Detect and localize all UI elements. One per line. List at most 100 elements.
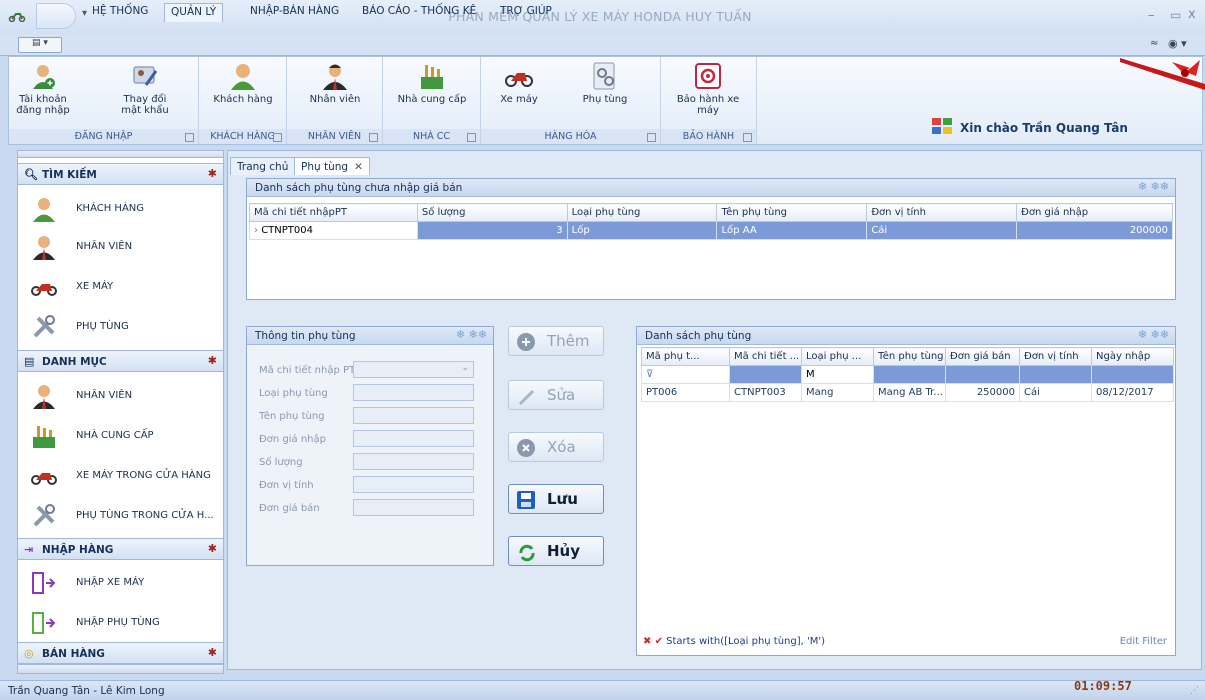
filter-row[interactable]: ⊽ M [641,365,1174,384]
pin-icon[interactable]: ✱ [208,354,217,367]
sidebar-item-search-motorbike[interactable]: XE MÁY [18,268,223,306]
table-cell[interactable]: Cái [1019,383,1092,402]
group-launcher-icon[interactable] [467,133,476,142]
filter-check-icon[interactable]: ✔ [655,636,663,647]
resize-grip-icon[interactable]: ⋰ [1190,686,1199,696]
import-price-input[interactable] [353,430,474,447]
supplier-button[interactable]: Nhà cung cấp [397,61,467,105]
add-button[interactable]: Thêm [508,326,604,356]
sidebar-section-danh-muc[interactable]: ▤ DANH MỤC ✱ [18,350,223,372]
maximize-button[interactable]: ▭ [1170,8,1181,22]
sidebar-item-search-parts[interactable]: PHỤ TÙNG [18,308,223,346]
import-detail-combobox[interactable]: ⌄ [353,361,474,378]
column-header[interactable]: Mã phụ t... [641,347,730,366]
cancel-button[interactable]: Hủy [508,536,604,566]
column-header[interactable]: Số lượng [416,203,568,222]
column-header[interactable]: Đơn vị tính [866,203,1018,222]
sale-price-input[interactable] [353,499,474,516]
filter-status[interactable]: ✖ ✔ Starts with([Loại phụ tùng], 'M') [643,636,825,647]
table-cell[interactable]: Lốp AA [716,221,868,240]
table-cell[interactable]: Lốp [566,221,718,240]
pin-icon[interactable]: ✱ [208,646,217,659]
minimize-button[interactable]: – [1148,8,1155,23]
doc-tab-trang-chu[interactable]: Trang chủ [230,157,296,175]
column-header[interactable]: Đơn giá nhập [1016,203,1173,222]
save-button[interactable]: Lưu [508,484,604,514]
table-cell[interactable]: 3 [416,221,568,240]
part-name-input[interactable] [353,407,474,424]
doc-tab-phu-tung[interactable]: Phụ tùng ✕ [294,157,370,175]
tab-he-thong[interactable]: HỆ THỐNG [86,3,154,22]
filter-cell[interactable]: ⊽ [641,365,730,384]
edit-button[interactable]: Sửa [508,380,604,410]
sidebar-item-catalog-employee[interactable]: NHÂN VIÊN [18,377,223,415]
change-password-button[interactable]: Thay đổi mật khẩu [113,61,177,116]
quick-access-toolbar[interactable] [36,3,76,29]
column-header[interactable]: Loại phụ ... [801,347,874,366]
tab-tro-giup[interactable]: TRỢ GIÚP [494,3,558,22]
table-row[interactable]: PT006 CTNPT003 Mang Mang AB Tr... 250000… [641,383,1174,402]
sidebar-section-ban-hang[interactable]: ◎ BÁN HÀNG ✱ [18,642,223,664]
tab-nhap-ban-hang[interactable]: NHẬP-BÁN HÀNG [244,3,345,22]
parts-button[interactable]: Phụ tùng [575,61,635,105]
parts-list-table[interactable]: Mã phụ t... Mã chi tiết ... Loại phụ ...… [641,347,1174,402]
sidebar-item-search-customer[interactable]: KHÁCH HÀNG [18,190,223,228]
tab-quan-ly[interactable]: QUẢN LÝ [164,3,224,22]
clear-filter-icon[interactable]: ✖ [643,636,651,647]
sidebar-section-nhap-hang[interactable]: ⇥ NHẬP HÀNG ✱ [18,538,223,560]
pin-icon[interactable]: ✱ [208,167,217,180]
group-launcher-icon[interactable] [647,133,656,142]
column-header[interactable]: Tên phụ tùng [873,347,946,366]
sidebar-scroll-down[interactable] [17,664,224,674]
table-cell[interactable]: Mang [801,383,874,402]
column-header[interactable]: Đơn giá bán [945,347,1020,366]
filter-cell[interactable] [1091,365,1174,384]
ribbon-minimize-icon[interactable]: ≈ [1150,38,1158,49]
group-launcher-icon[interactable] [369,133,378,142]
tab-bao-cao[interactable]: BÁO CÁO - THỐNG KÊ [356,3,482,22]
filter-cell-loai-phu-tung[interactable]: M [801,365,874,384]
application-menu-button[interactable]: ▤ ▾ [18,37,62,53]
column-header[interactable]: Loại phụ tùng [566,203,718,222]
filter-cell[interactable] [873,365,946,384]
close-tab-icon[interactable]: ✕ [354,161,363,173]
employee-button[interactable]: Nhân viên [303,61,367,105]
table-cell[interactable]: 200000 [1016,221,1173,240]
unpriced-parts-table[interactable]: Mã chi tiết nhậpPT Số lượng Loại phụ tùn… [249,203,1173,240]
sidebar-item-import-motorbike[interactable]: NHẬP XE MÁY [18,564,223,602]
filter-cell[interactable] [729,365,802,384]
table-cell[interactable]: PT006 [641,383,730,402]
sidebar-item-catalog-motorbike[interactable]: XE MÁY TRONG CỬA HÀNG [18,457,223,495]
table-cell[interactable]: Mang AB Tr... [873,383,946,402]
column-header[interactable]: Đơn vị tính [1019,347,1092,366]
table-cell[interactable]: 08/12/2017 [1091,383,1174,402]
sidebar-item-catalog-parts[interactable]: PHỤ TÙNG TRONG CỬA H... [18,497,223,535]
part-type-input[interactable] [353,384,474,401]
motorbike-button[interactable]: Xe máy [489,61,549,105]
column-header[interactable]: Mã chi tiết nhậpPT [249,203,418,222]
group-launcher-icon[interactable] [743,133,752,142]
sidebar-item-import-parts[interactable]: NHẬP PHỤ TÙNG [18,604,223,642]
table-cell[interactable]: › CTNPT004 [249,221,418,240]
close-button[interactable]: x [1188,7,1196,22]
column-header[interactable]: Tên phụ tùng [716,203,868,222]
edit-filter-link[interactable]: Edit Filter [1120,636,1167,647]
delete-button[interactable]: Xóa [508,432,604,462]
dropdown-icon[interactable]: ⌄ [461,363,469,373]
pin-icon[interactable]: ✱ [208,542,217,555]
table-row[interactable]: › CTNPT004 3 Lốp Lốp AA Cái 200000 [249,221,1173,240]
column-header[interactable]: Ngày nhập [1091,347,1174,366]
unit-input[interactable] [353,476,474,493]
customer-button[interactable]: Khách hàng [211,61,275,105]
column-header[interactable]: Mã chi tiết ... [729,347,802,366]
quantity-input[interactable] [353,453,474,470]
sidebar-item-search-employee[interactable]: NHÂN VIÊN [18,228,223,266]
filter-cell[interactable] [1019,365,1092,384]
table-cell[interactable]: 250000 [945,383,1020,402]
table-cell[interactable]: Cái [866,221,1018,240]
table-cell[interactable]: CTNPT003 [729,383,802,402]
sidebar-section-tim-kiem[interactable]: 🔍︎ TÌM KIẾM ✱ [18,163,223,185]
filter-cell[interactable] [945,365,1020,384]
group-launcher-icon[interactable] [273,133,282,142]
help-icon[interactable]: ◉ ▾ [1168,37,1187,50]
